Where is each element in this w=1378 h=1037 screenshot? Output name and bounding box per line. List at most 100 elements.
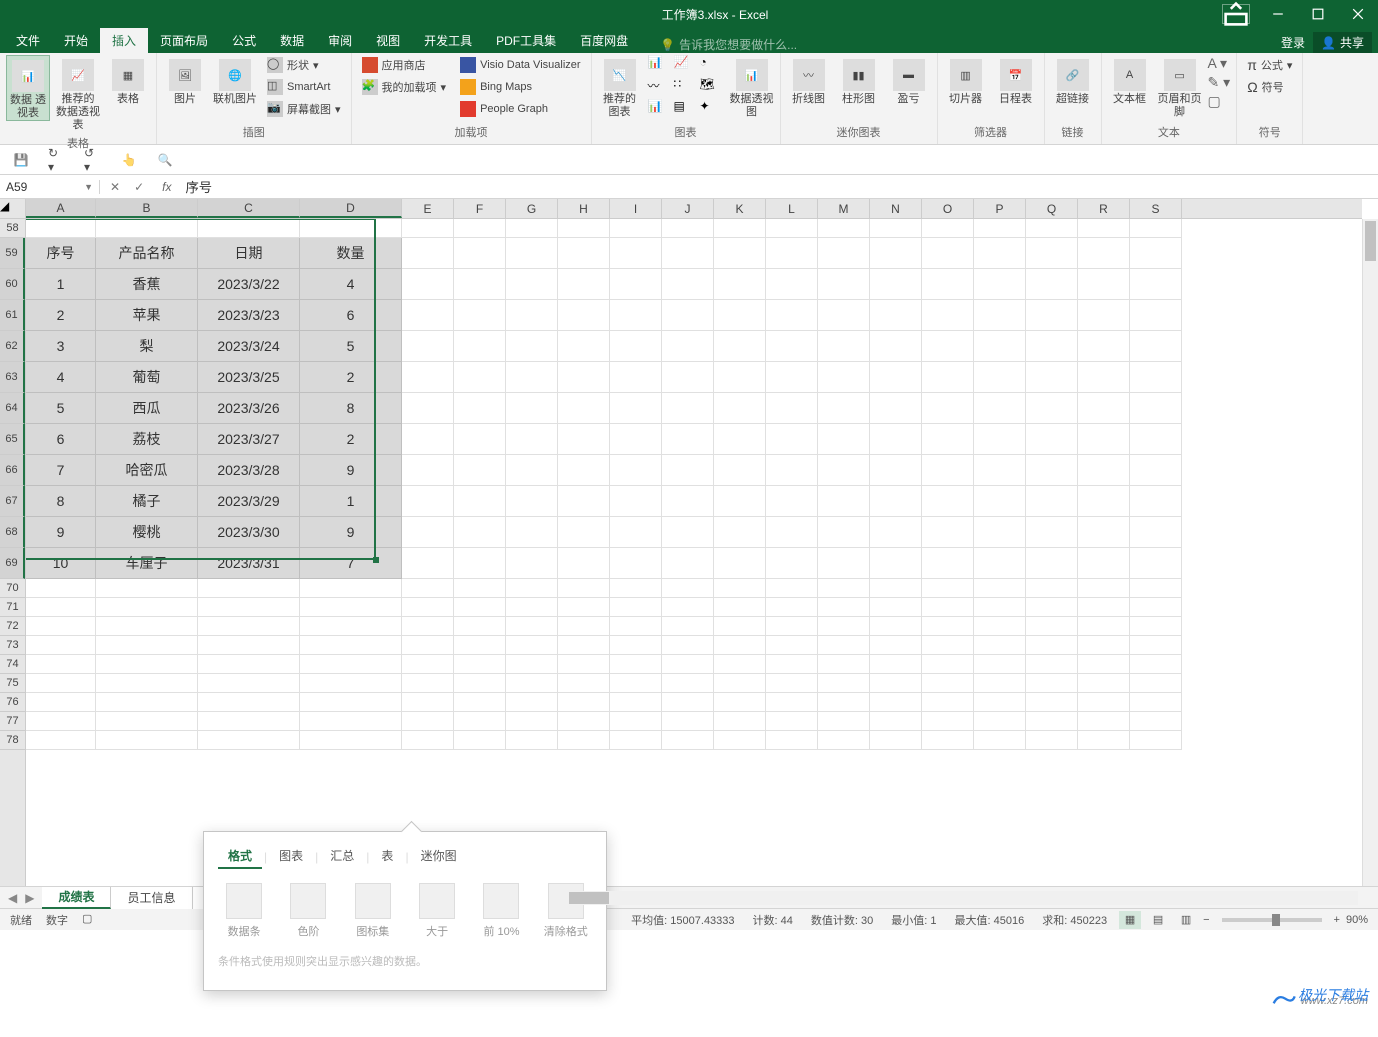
cell-C72[interactable]: [198, 617, 300, 636]
cell-M64[interactable]: [818, 393, 870, 424]
timeline-button[interactable]: 📅日程表: [994, 55, 1038, 106]
cell-R71[interactable]: [1078, 598, 1130, 617]
cell-O59[interactable]: [922, 238, 974, 269]
cell-A76[interactable]: [26, 693, 96, 712]
cell-S60[interactable]: [1130, 269, 1182, 300]
ribbon-display-options[interactable]: [1222, 4, 1250, 24]
cell-D74[interactable]: [300, 655, 402, 674]
cell-K69[interactable]: [714, 548, 766, 579]
cell-I71[interactable]: [610, 598, 662, 617]
cell-M66[interactable]: [818, 455, 870, 486]
cell-H68[interactable]: [558, 517, 610, 548]
tab-review[interactable]: 审阅: [316, 28, 364, 53]
cell-R69[interactable]: [1078, 548, 1130, 579]
cell-G73[interactable]: [506, 636, 558, 655]
hyperlink-button[interactable]: 🔗超链接: [1051, 55, 1095, 106]
cell-I72[interactable]: [610, 617, 662, 636]
cell-F77[interactable]: [454, 712, 506, 731]
bar-chart-icon[interactable]: 📊: [648, 55, 672, 75]
selection-fill-handle[interactable]: [373, 557, 379, 563]
cell-R67[interactable]: [1078, 486, 1130, 517]
cell-E76[interactable]: [402, 693, 454, 712]
cell-M70[interactable]: [818, 579, 870, 598]
cell-B65[interactable]: 荔枝: [96, 424, 198, 455]
cell-M71[interactable]: [818, 598, 870, 617]
qa-top10-button[interactable]: 前 10%: [475, 883, 527, 939]
recommended-chart-button[interactable]: 📉推荐的 图表: [598, 55, 642, 119]
cell-K62[interactable]: [714, 331, 766, 362]
cell-Q59[interactable]: [1026, 238, 1078, 269]
column-header-I[interactable]: I: [610, 199, 662, 218]
sheet-nav-prev[interactable]: ◀: [8, 891, 17, 905]
cell-B78[interactable]: [96, 731, 198, 750]
sheet-tab-2[interactable]: 员工信息: [111, 887, 192, 909]
row-header-58[interactable]: 58: [0, 219, 25, 238]
cell-A61[interactable]: 2: [26, 300, 96, 331]
cell-G67[interactable]: [506, 486, 558, 517]
cell-P68[interactable]: [974, 517, 1026, 548]
cell-A60[interactable]: 1: [26, 269, 96, 300]
cell-Q77[interactable]: [1026, 712, 1078, 731]
cell-I66[interactable]: [610, 455, 662, 486]
cell-C62[interactable]: 2023/3/24: [198, 331, 300, 362]
row-header-63[interactable]: 63: [0, 362, 25, 393]
cell-K61[interactable]: [714, 300, 766, 331]
cell-E68[interactable]: [402, 517, 454, 548]
cell-D63[interactable]: 2: [300, 362, 402, 393]
cell-B64[interactable]: 西瓜: [96, 393, 198, 424]
cell-Q70[interactable]: [1026, 579, 1078, 598]
cell-C66[interactable]: 2023/3/28: [198, 455, 300, 486]
cell-O63[interactable]: [922, 362, 974, 393]
cell-Q61[interactable]: [1026, 300, 1078, 331]
cell-H59[interactable]: [558, 238, 610, 269]
cell-N61[interactable]: [870, 300, 922, 331]
sparkline-column-button[interactable]: ▮▮柱形图: [837, 55, 881, 106]
cell-L76[interactable]: [766, 693, 818, 712]
cell-Q62[interactable]: [1026, 331, 1078, 362]
cell-P64[interactable]: [974, 393, 1026, 424]
cell-S59[interactable]: [1130, 238, 1182, 269]
cell-N72[interactable]: [870, 617, 922, 636]
formula-input[interactable]: [179, 179, 1378, 194]
cell-S70[interactable]: [1130, 579, 1182, 598]
cell-B61[interactable]: 苹果: [96, 300, 198, 331]
cell-R62[interactable]: [1078, 331, 1130, 362]
cell-O58[interactable]: [922, 219, 974, 238]
cell-S66[interactable]: [1130, 455, 1182, 486]
sparkline-winloss-button[interactable]: ▬盈亏: [887, 55, 931, 106]
cell-G78[interactable]: [506, 731, 558, 750]
row-header-62[interactable]: 62: [0, 331, 25, 362]
cell-S67[interactable]: [1130, 486, 1182, 517]
header-footer-button[interactable]: ▭页眉和页脚: [1158, 55, 1202, 119]
cell-R73[interactable]: [1078, 636, 1130, 655]
cell-L65[interactable]: [766, 424, 818, 455]
cell-Q76[interactable]: [1026, 693, 1078, 712]
cell-L62[interactable]: [766, 331, 818, 362]
cell-N67[interactable]: [870, 486, 922, 517]
column-header-P[interactable]: P: [974, 199, 1026, 218]
cell-Q67[interactable]: [1026, 486, 1078, 517]
cell-G58[interactable]: [506, 219, 558, 238]
cell-J76[interactable]: [662, 693, 714, 712]
my-addins-button[interactable]: 🧩我的加载项 ▾: [358, 77, 451, 97]
cell-P74[interactable]: [974, 655, 1026, 674]
cell-B69[interactable]: 车厘子: [96, 548, 198, 579]
cell-Q78[interactable]: [1026, 731, 1078, 750]
cell-C70[interactable]: [198, 579, 300, 598]
cell-B72[interactable]: [96, 617, 198, 636]
pie-chart-icon[interactable]: ◔: [700, 55, 724, 75]
cell-C59[interactable]: 日期: [198, 238, 300, 269]
cell-H67[interactable]: [558, 486, 610, 517]
cell-E62[interactable]: [402, 331, 454, 362]
qa-tab-table[interactable]: 表: [371, 844, 403, 869]
cell-S77[interactable]: [1130, 712, 1182, 731]
cell-C78[interactable]: [198, 731, 300, 750]
cell-R70[interactable]: [1078, 579, 1130, 598]
cell-P73[interactable]: [974, 636, 1026, 655]
cell-E77[interactable]: [402, 712, 454, 731]
cell-O70[interactable]: [922, 579, 974, 598]
cell-A59[interactable]: 序号: [26, 238, 96, 269]
cell-O78[interactable]: [922, 731, 974, 750]
cell-E65[interactable]: [402, 424, 454, 455]
cell-F60[interactable]: [454, 269, 506, 300]
